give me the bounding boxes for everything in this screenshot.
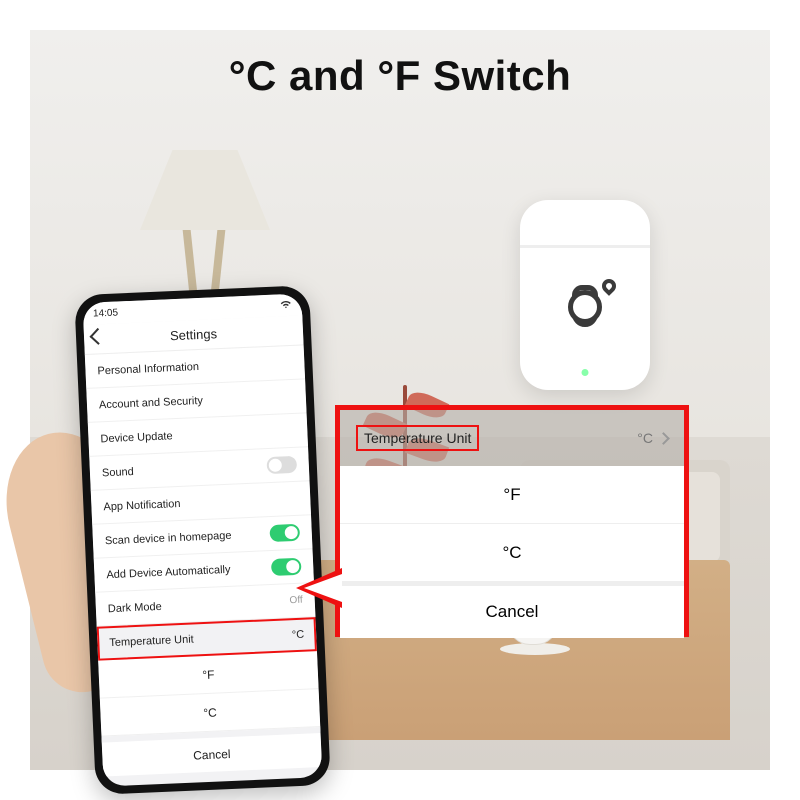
settings-row-label: App Notification	[103, 497, 180, 512]
cancel-button[interactable]: Cancel	[101, 727, 322, 777]
callout-pointer	[296, 568, 342, 608]
settings-row-label: Device Update	[100, 430, 173, 445]
status-time: 14:05	[93, 307, 118, 319]
phone-screen: 14:05 Settings Personal Information Accou…	[83, 293, 323, 786]
settings-row-label: Account and Security	[99, 394, 203, 411]
settings-row-label: Scan device in homepage	[105, 529, 232, 547]
temperature-unit-label: Temperature Unit	[109, 633, 194, 649]
callout-panel: Temperature Unit °C °F °C Cancel	[335, 405, 689, 637]
phone-frame: 14:05 Settings Personal Information Accou…	[74, 285, 331, 795]
led-indicator	[582, 369, 589, 376]
callout-temperature-unit-value: °C	[637, 430, 653, 446]
settings-title: Settings	[170, 326, 218, 343]
callout-option-celsius[interactable]: °C	[340, 524, 684, 582]
headline: °C and °F Switch	[0, 52, 800, 100]
settings-row-label: Personal Information	[97, 360, 199, 376]
sensor-device	[520, 200, 650, 390]
settings-list: Personal Information Account and Security…	[85, 345, 316, 626]
toggle-switch[interactable]	[269, 524, 300, 542]
temperature-unit-value: °C	[292, 629, 305, 642]
thermometer-icon	[572, 285, 598, 327]
callout-option-fahrenheit[interactable]: °F	[340, 466, 684, 524]
wifi-icon	[280, 298, 293, 312]
callout-temperature-unit-row[interactable]: Temperature Unit °C	[340, 410, 684, 466]
chevron-right-icon	[657, 432, 670, 445]
callout-cancel-button[interactable]: Cancel	[340, 582, 684, 638]
settings-row-label: Add Device Automatically	[106, 563, 231, 580]
settings-row-label: Dark Mode	[108, 600, 162, 614]
unit-action-sheet: °F °C Cancel	[98, 651, 322, 776]
settings-row-label: Sound	[102, 465, 134, 478]
callout-temperature-unit-label: Temperature Unit	[356, 425, 479, 451]
back-icon[interactable]	[90, 328, 107, 345]
toggle-switch[interactable]	[266, 456, 297, 474]
